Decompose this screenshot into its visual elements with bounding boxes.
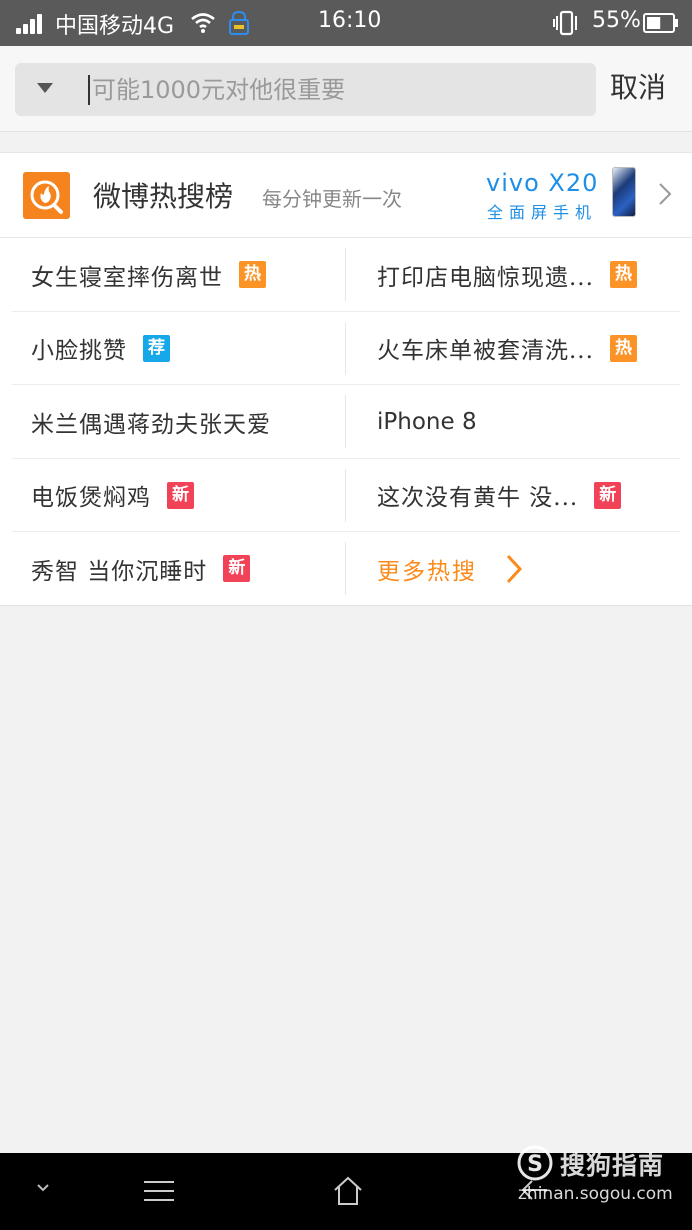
hot-search-list: 女生寝室摔伤离世 热 打印店电脑惊现遗... 热 小脸挑赞 荐 火车床单被套清洗…: [12, 238, 680, 606]
chevron-right-icon: [506, 554, 523, 583]
hot-search-row: 女生寝室摔伤离世 热 打印店电脑惊现遗... 热: [12, 238, 680, 312]
phone-image-icon: [612, 167, 636, 217]
ad-brand: vivo X20: [486, 169, 599, 197]
hot-search-item[interactable]: iPhone 8: [346, 385, 680, 458]
hot-search-card: 微博热搜榜 每分钟更新一次 vivo X20 全面屏手机 女生寝室摔伤离世 热 …: [0, 152, 692, 606]
cancel-button[interactable]: 取消: [610, 66, 666, 106]
hot-search-row: 电饭煲焖鸡 新 这次没有黄牛 没... 新: [12, 459, 680, 533]
sogou-logo-icon: S: [517, 1145, 553, 1181]
hot-search-item[interactable]: 火车床单被套清洗... 热: [346, 312, 680, 385]
ad-slogan: 全面屏手机: [487, 203, 598, 222]
carrier-label: 中国移动4G: [55, 14, 175, 39]
menu-icon[interactable]: [143, 1180, 175, 1202]
chevron-right-icon[interactable]: [658, 182, 672, 206]
more-hot-search-label: 更多热搜: [377, 558, 477, 585]
hot-search-item-text: 电饭煲焖鸡: [31, 485, 151, 512]
recommended-badge: 荐: [143, 334, 170, 362]
hot-search-title: 微博热搜榜: [93, 180, 234, 213]
hot-search-row: 小脸挑赞 荐 火车床单被套清洗... 热: [12, 312, 680, 386]
hot-search-item-text: 米兰偶遇蒋劲夫张天爱: [31, 411, 271, 438]
search-header: 取消: [0, 46, 692, 132]
wifi-icon: [191, 13, 215, 33]
hot-search-item[interactable]: 米兰偶遇蒋劲夫张天爱: [12, 385, 345, 458]
battery-icon: [643, 13, 678, 33]
new-badge: 新: [594, 481, 622, 509]
hot-badge: 热: [239, 261, 266, 288]
more-hot-search-link[interactable]: 更多热搜: [346, 532, 680, 605]
hot-search-row: 米兰偶遇蒋劲夫张天爱 iPhone 8: [12, 385, 680, 459]
text-cursor: [88, 75, 90, 105]
hot-search-item[interactable]: 女生寝室摔伤离世 热: [12, 238, 345, 311]
hot-search-item-text: 这次没有黄牛 没...: [377, 485, 579, 512]
watermark-url: zhinan.sogou.com: [518, 1184, 673, 1204]
watermark-title: 搜狗指南: [560, 1151, 665, 1180]
hot-search-subtitle: 每分钟更新一次: [262, 187, 402, 211]
hot-badge: 热: [609, 261, 637, 288]
home-icon[interactable]: [332, 1175, 364, 1207]
svg-text:S: S: [527, 1152, 543, 1177]
new-badge: 新: [223, 555, 251, 583]
clock: 16:10: [318, 8, 382, 33]
hot-search-item[interactable]: 小脸挑赞 荐: [12, 312, 345, 385]
hot-search-header[interactable]: 微博热搜榜 每分钟更新一次 vivo X20 全面屏手机: [0, 153, 692, 238]
chevron-down-icon[interactable]: [36, 1183, 50, 1193]
hd-call-icon: [229, 10, 249, 35]
hot-search-logo-icon: [23, 172, 70, 219]
hot-search-item[interactable]: 打印店电脑惊现遗... 热: [346, 238, 680, 311]
sogou-watermark: S 搜狗指南 zhinan.sogou.com: [516, 1142, 686, 1212]
battery-percent: 55%: [592, 8, 641, 33]
hot-search-item-text: 打印店电脑惊现遗...: [377, 264, 594, 291]
search-input[interactable]: [92, 63, 582, 116]
hot-search-item-text: 火车床单被套清洗...: [377, 338, 594, 365]
hot-search-item-text: 小脸挑赞: [31, 338, 127, 365]
dropdown-caret-icon[interactable]: [37, 83, 53, 93]
new-badge: 新: [167, 481, 194, 509]
hot-search-item[interactable]: 这次没有黄牛 没... 新: [346, 459, 680, 532]
search-box[interactable]: [15, 63, 596, 116]
signal-icon: [16, 14, 46, 34]
hot-search-item-text: iPhone 8: [377, 408, 477, 435]
ad-banner[interactable]: vivo X20 全面屏手机: [486, 167, 641, 225]
status-bar: 中国移动4G 16:10 55%: [0, 0, 692, 46]
hot-search-item[interactable]: 秀智 当你沉睡时 新: [12, 532, 345, 605]
hot-badge: 热: [609, 334, 637, 362]
hot-search-row: 秀智 当你沉睡时 新 更多热搜: [12, 532, 680, 606]
hot-search-item[interactable]: 电饭煲焖鸡 新: [12, 459, 345, 532]
hot-search-item-text: 女生寝室摔伤离世: [31, 264, 223, 291]
vibrate-icon: [553, 10, 577, 36]
hot-search-item-text: 秀智 当你沉睡时: [31, 558, 208, 585]
